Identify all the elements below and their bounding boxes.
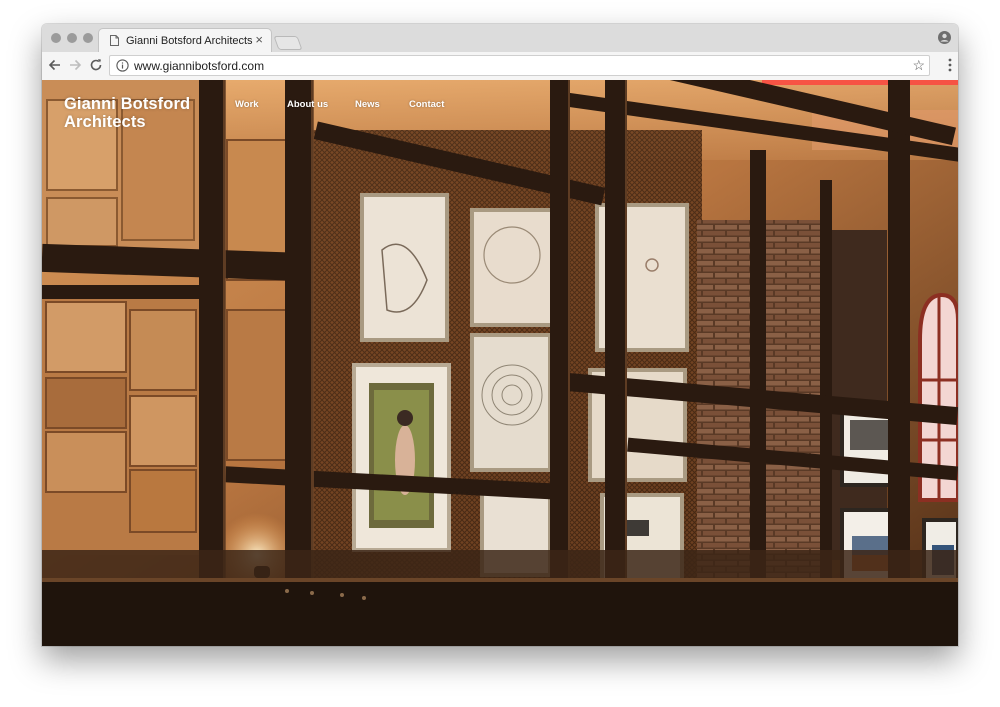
tab-title: Gianni Botsford Architects	[126, 35, 253, 47]
nav-link-work[interactable]: Work	[235, 99, 259, 110]
nav-link-contact[interactable]: Contact	[409, 99, 444, 110]
browser-window: Gianni Botsford Architects × www.giannib…	[42, 24, 958, 646]
reload-icon[interactable]	[87, 56, 105, 74]
zoom-window-button[interactable]	[83, 33, 93, 43]
document-icon	[110, 35, 119, 46]
nav-link-news[interactable]: News	[355, 99, 380, 110]
star-icon[interactable]: ☆	[912, 57, 925, 73]
nav-link-about-us[interactable]: About us	[287, 99, 328, 110]
new-tab-icon[interactable]	[273, 36, 303, 50]
browser-tab[interactable]: Gianni Botsford Architects ×	[98, 28, 272, 53]
address-bar[interactable]: www.giannibotsford.com ☆	[109, 55, 930, 76]
minimize-window-button[interactable]	[67, 33, 77, 43]
forward-arrow-icon[interactable]	[66, 56, 84, 74]
browser-toolbar: www.giannibotsford.com ☆	[42, 52, 958, 81]
kebab-menu-icon[interactable]	[948, 57, 952, 73]
logo-line-2: Architects	[64, 113, 146, 131]
page-viewport: Gianni Botsford Architects Work About us…	[42, 80, 958, 646]
profile-icon[interactable]	[938, 31, 951, 44]
logo-line-1: Gianni Botsford	[64, 95, 191, 113]
info-icon[interactable]	[116, 59, 129, 72]
back-arrow-icon[interactable]	[46, 56, 64, 74]
site-logo[interactable]: Gianni Botsford Architects	[64, 95, 190, 131]
close-window-button[interactable]	[51, 33, 61, 43]
tab-bar: Gianni Botsford Architects ×	[42, 24, 958, 53]
close-icon[interactable]: ×	[255, 33, 263, 47]
url-text: www.giannibotsford.com	[134, 59, 265, 73]
hero-image	[42, 80, 958, 646]
